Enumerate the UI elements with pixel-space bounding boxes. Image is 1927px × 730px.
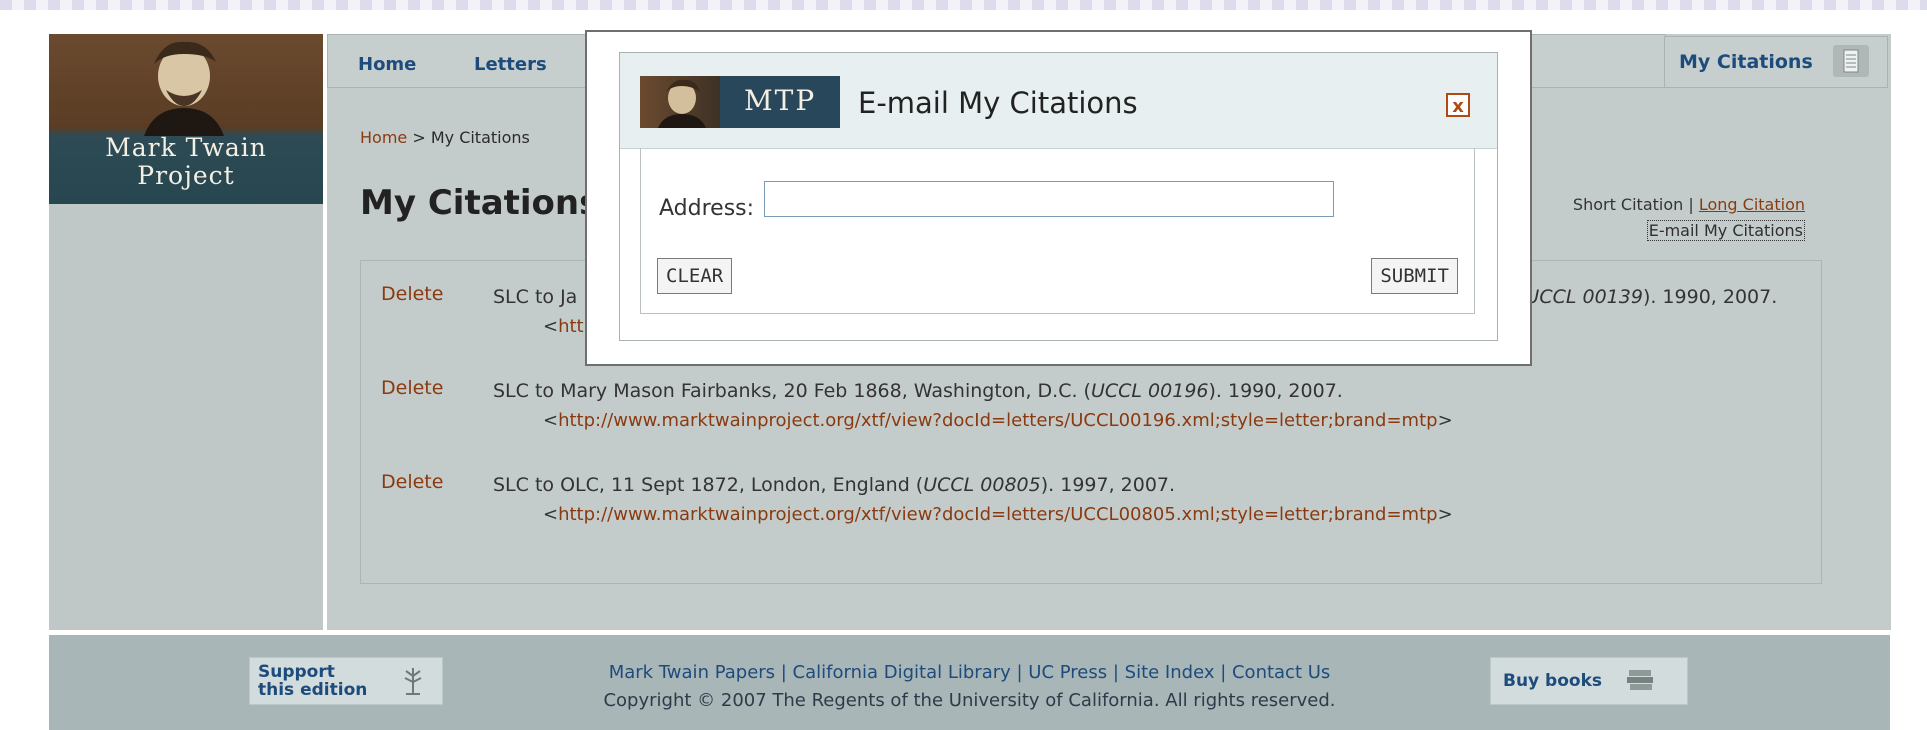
delete-link[interactable]: Delete <box>381 283 443 305</box>
short-citation-label[interactable]: Short Citation <box>1573 195 1683 214</box>
page-title: My Citations <box>360 183 600 223</box>
address-label: Address: <box>659 196 755 221</box>
email-citations-link[interactable]: E-mail My Citations <box>1646 220 1805 241</box>
address-input[interactable] <box>764 181 1334 217</box>
nav-home[interactable]: Home <box>358 54 416 75</box>
citation-url[interactable]: http://www.marktwainproject.org/xtf/view… <box>558 504 1437 525</box>
mtp-text: MTP <box>744 84 817 117</box>
close-icon[interactable]: x <box>1446 93 1470 117</box>
mtp-logo: MTP <box>640 76 840 128</box>
sidebar: Mark Twain Project <box>49 34 323 630</box>
breadcrumb-current: My Citations <box>430 128 530 147</box>
citation-options: Short Citation | Long Citation E-mail My… <box>1572 195 1805 241</box>
citation-text: SLC to Mary Mason Fairbanks, 20 Feb 1868… <box>493 380 1453 431</box>
top-stripe <box>0 0 1927 10</box>
portrait-icon <box>144 41 224 136</box>
notepad-icon <box>1833 45 1869 77</box>
logo-text: Mark Twain Project <box>105 133 267 190</box>
my-citations-label: My Citations <box>1679 51 1813 73</box>
dialog-header: MTP E-mail My Citations x <box>620 53 1497 149</box>
footer: Support this edition Mark Twain Papers |… <box>49 635 1890 730</box>
long-citation-link[interactable]: Long Citation <box>1699 195 1805 214</box>
email-citations-dialog: MTP E-mail My Citations x Address: CLEAR… <box>585 30 1532 366</box>
delete-link[interactable]: Delete <box>381 377 443 399</box>
breadcrumb-home[interactable]: Home <box>360 128 407 147</box>
citation-text: SLC to OLC, 11 Sept 1872, London, Englan… <box>493 474 1453 525</box>
books-icon <box>1627 670 1653 690</box>
submit-button[interactable]: SUBMIT <box>1371 258 1458 294</box>
portrait-thumbnail <box>640 76 720 128</box>
my-citations-tab[interactable]: My Citations <box>1664 36 1888 88</box>
dialog-title: E-mail My Citations <box>858 86 1138 120</box>
mark-twain-project-logo[interactable]: Mark Twain Project <box>49 34 323 204</box>
dialog-body: Address: CLEAR SUBMIT <box>640 148 1475 314</box>
citation-url[interactable]: http://www.marktwainproject.org/xtf/view… <box>558 410 1437 431</box>
breadcrumb: Home > My Citations <box>360 128 530 147</box>
buy-books-button[interactable]: Buy books <box>1490 657 1688 705</box>
nav-letters[interactable]: Letters <box>474 54 547 75</box>
delete-link[interactable]: Delete <box>381 471 443 493</box>
clear-button[interactable]: CLEAR <box>657 258 733 294</box>
dialog-panel: MTP E-mail My Citations x Address: CLEAR… <box>619 52 1498 341</box>
